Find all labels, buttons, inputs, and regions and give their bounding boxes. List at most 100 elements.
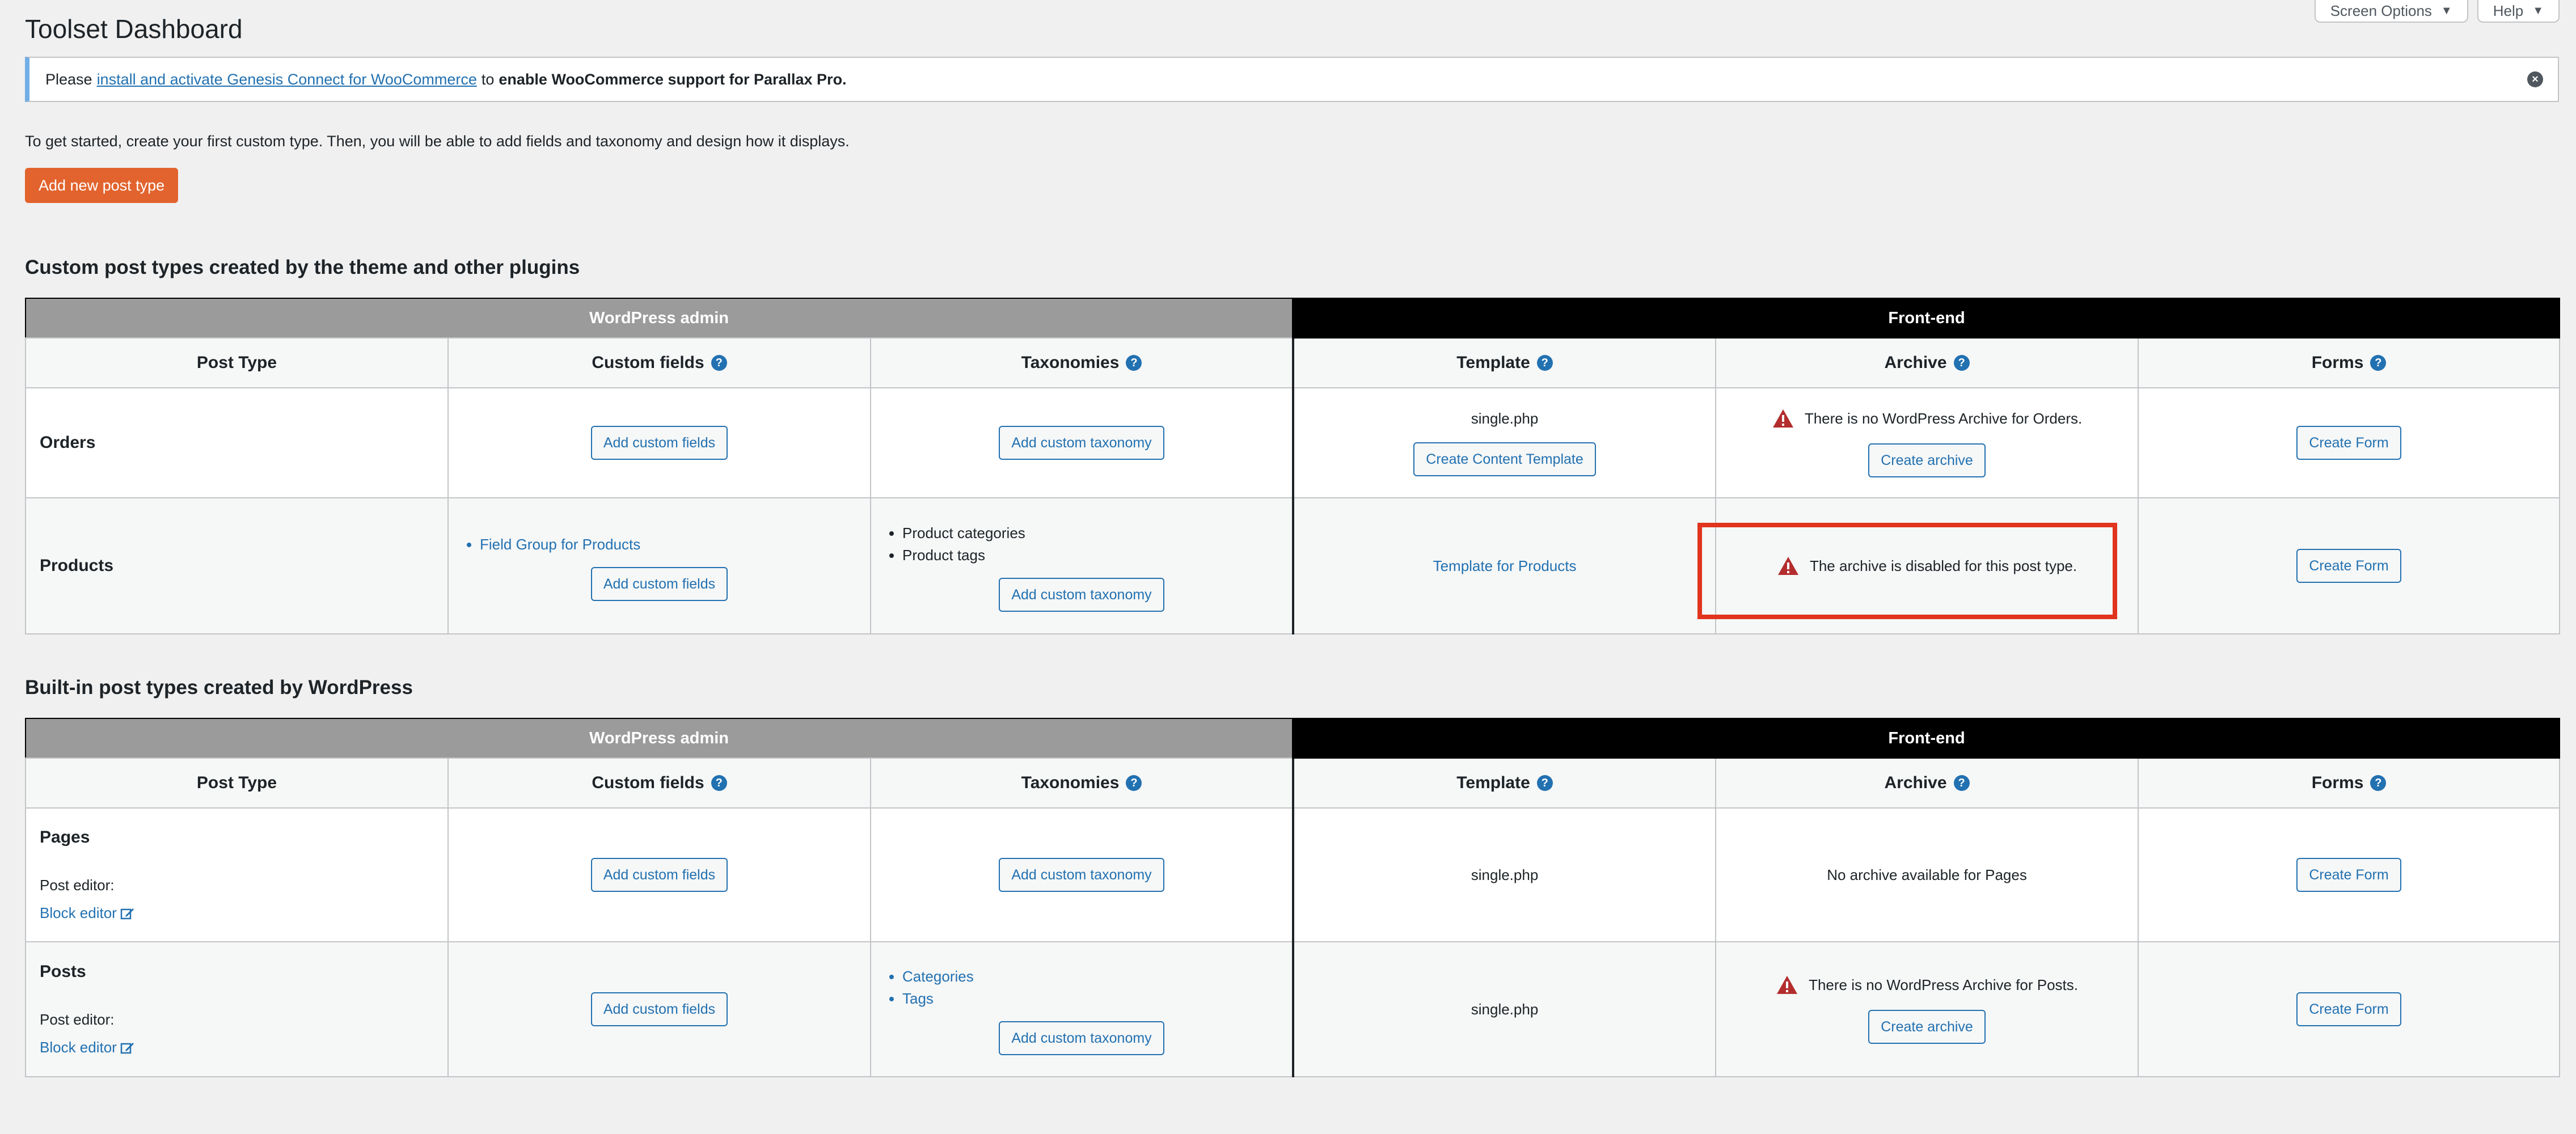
post-editor: Post editor: Block editor [40, 1011, 447, 1056]
edit-icon [120, 1042, 134, 1053]
caret-down-icon: ▼ [2532, 4, 2544, 17]
table-row: Products Field Group for Products Add cu… [25, 497, 2561, 634]
warning-icon [1772, 409, 1793, 428]
taxonomy-item: Product categories [902, 524, 1291, 542]
block-editor-label: Block editor [40, 904, 117, 921]
post-type-cell: Posts Post editor: Block editor [25, 941, 449, 1077]
woocommerce-notice: Please install and activate Genesis Conn… [25, 57, 2559, 102]
add-custom-taxonomy-button[interactable]: Add custom taxonomy [999, 578, 1164, 612]
col-taxonomies: Taxonomies? [869, 337, 1294, 388]
template-file: single.php [1471, 1000, 1539, 1018]
table-row: Posts Post editor: Block editor Add cust… [25, 941, 2561, 1077]
block-editor-link[interactable]: Block editor [40, 904, 135, 922]
help-icon[interactable]: ? [1126, 355, 1142, 371]
help-icon[interactable]: ? [1126, 775, 1142, 791]
post-type-cell: Pages Post editor: Block editor [25, 807, 449, 942]
col-template: Template? [1292, 337, 1717, 388]
warning-icon [1777, 557, 1798, 575]
page-title: Toolset Dashboard [25, 14, 243, 44]
table-row: Orders Add custom fields Add custom taxo… [25, 387, 2561, 498]
intro-text: To get started, create your first custom… [25, 133, 850, 150]
taxonomy-list: Product categories Product tags [872, 524, 1291, 564]
col-post-type: Post Type [25, 758, 449, 809]
create-form-button[interactable]: Create Form [2296, 426, 2401, 460]
create-form-button[interactable]: Create Form [2296, 549, 2401, 583]
screen-options-button[interactable]: Screen Options ▼ [2314, 0, 2468, 23]
archive-warning: There is no WordPress Archive for Orders… [1717, 408, 2137, 429]
taxonomy-link[interactable]: Categories [902, 968, 1291, 985]
post-editor-label: Post editor: [40, 877, 115, 894]
section-title-builtin: Built-in post types created by WordPress [25, 676, 413, 699]
field-group-link[interactable]: Field Group for Products [480, 536, 869, 553]
help-icon[interactable]: ? [1536, 355, 1553, 371]
post-editor: Post editor: Block editor [40, 877, 447, 922]
col-template: Template? [1292, 758, 1717, 809]
install-genesis-connect-link[interactable]: install and activate Genesis Connect for… [97, 71, 477, 88]
add-custom-fields-button[interactable]: Add custom fields [590, 992, 728, 1026]
help-icon[interactable]: ? [711, 355, 727, 371]
notice-middle: to [481, 70, 495, 88]
archive-warning-text: There is no WordPress Archive for Posts. [1809, 976, 2078, 993]
notice-prefix: Please [45, 70, 92, 88]
toolset-dashboard-page: Screen Options ▼ Help ▼ Toolset Dashboar… [0, 0, 2576, 1134]
add-custom-fields-button[interactable]: Add custom fields [590, 426, 728, 460]
help-icon[interactable]: ? [1953, 775, 1970, 791]
create-form-button[interactable]: Create Form [2296, 858, 2401, 892]
create-form-button[interactable]: Create Form [2296, 992, 2401, 1026]
template-file: single.php [1471, 866, 1539, 883]
add-custom-taxonomy-button[interactable]: Add custom taxonomy [999, 858, 1164, 892]
post-type-name: Products [25, 497, 449, 634]
built-in-post-types-table: WordPress admin Front-end Post Type Cust… [24, 718, 2561, 1077]
col-taxonomies: Taxonomies? [869, 758, 1294, 809]
help-icon[interactable]: ? [1536, 775, 1553, 791]
col-archive: Archive? [1715, 337, 2139, 388]
wp-admin-header: WordPress admin [24, 718, 1295, 759]
help-button[interactable]: Help ▼ [2477, 0, 2560, 23]
create-archive-button[interactable]: Create archive [1868, 443, 1986, 477]
block-editor-label: Block editor [40, 1039, 117, 1056]
custom-post-types-table: WordPress admin Front-end Post Type Cust… [24, 298, 2561, 634]
col-custom-fields: Custom fields? [447, 758, 871, 809]
front-end-header: Front-end [1293, 718, 2561, 759]
edit-icon [120, 908, 134, 919]
archive-warning-text: There is no WordPress Archive for Orders… [1804, 409, 2083, 427]
caret-down-icon: ▼ [2440, 4, 2452, 17]
front-end-header: Front-end [1293, 298, 2561, 338]
wp-admin-header: WordPress admin [24, 298, 1295, 338]
col-post-type: Post Type [25, 337, 449, 388]
add-custom-taxonomy-button[interactable]: Add custom taxonomy [999, 426, 1164, 460]
col-forms: Forms? [2138, 758, 2561, 809]
field-group-list: Field Group for Products [449, 536, 869, 553]
add-custom-fields-button[interactable]: Add custom fields [590, 566, 728, 601]
col-archive: Archive? [1715, 758, 2139, 809]
create-content-template-button[interactable]: Create Content Template [1413, 442, 1596, 476]
add-custom-taxonomy-button[interactable]: Add custom taxonomy [999, 1021, 1164, 1055]
archive-warning-text: The archive is disabled for this post ty… [1809, 557, 2077, 574]
col-custom-fields: Custom fields? [447, 337, 871, 388]
taxonomy-link[interactable]: Tags [902, 990, 1291, 1008]
col-forms: Forms? [2138, 337, 2561, 388]
archive-text: No archive available for Pages [1827, 866, 2027, 883]
add-custom-fields-button[interactable]: Add custom fields [590, 858, 728, 892]
help-icon[interactable]: ? [1953, 355, 1970, 371]
section-title-custom: Custom post types created by the theme a… [25, 256, 580, 278]
taxonomy-list: Categories Tags [872, 968, 1291, 1008]
table-row: Pages Post editor: Block editor Add cust… [25, 807, 2561, 942]
archive-warning: There is no WordPress Archive for Posts. [1717, 975, 2137, 995]
block-editor-link[interactable]: Block editor [40, 1039, 135, 1056]
create-archive-button[interactable]: Create archive [1868, 1010, 1986, 1044]
warning-icon [1777, 976, 1798, 994]
screen-meta-links: Screen Options ▼ Help ▼ [2314, 0, 2560, 23]
notice-bold-text: enable WooCommerce support for Parallax … [499, 70, 847, 88]
screen-options-label: Screen Options [2330, 2, 2432, 19]
help-label: Help [2493, 2, 2524, 19]
template-link[interactable]: Template for Products [1433, 557, 1577, 574]
add-new-post-type-button[interactable]: Add new post type [25, 168, 179, 203]
help-icon[interactable]: ? [2370, 355, 2387, 371]
post-type-name: Pages [40, 828, 90, 847]
help-icon[interactable]: ? [711, 775, 727, 791]
help-icon[interactable]: ? [2370, 775, 2387, 791]
post-editor-label: Post editor: [40, 1011, 115, 1028]
dismiss-icon[interactable]: × [2527, 71, 2543, 87]
post-type-name: Orders [25, 387, 449, 498]
